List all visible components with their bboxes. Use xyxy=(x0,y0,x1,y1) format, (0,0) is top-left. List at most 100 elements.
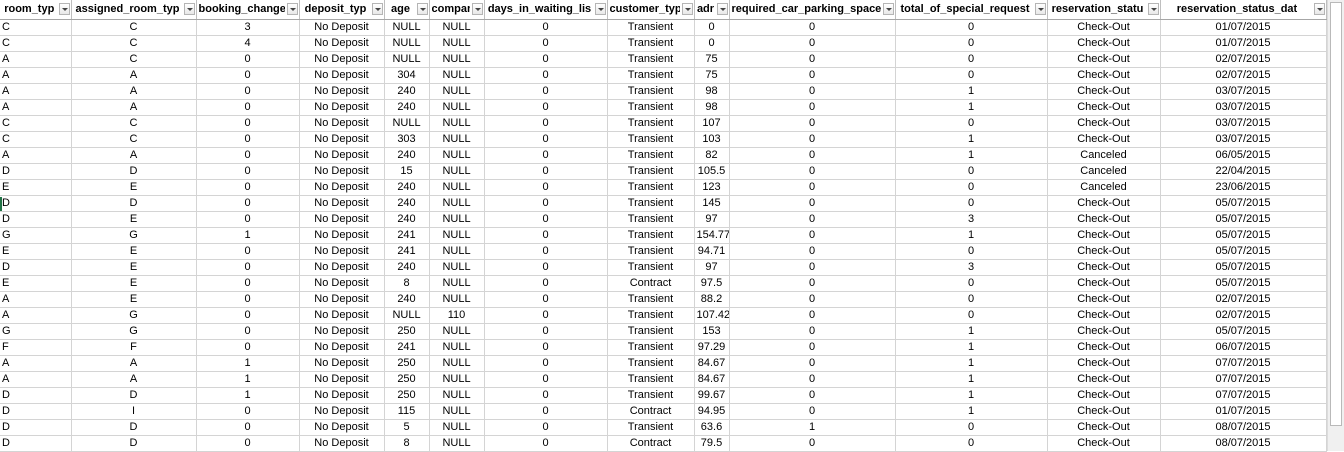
cell[interactable]: Transient xyxy=(607,19,695,36)
cell[interactable]: 0 xyxy=(729,371,896,388)
cell[interactable]: No Deposit xyxy=(299,275,385,292)
cell[interactable]: 1 xyxy=(895,371,1048,388)
cell[interactable]: Check-Out xyxy=(1047,35,1161,52)
filter-dropdown-icon[interactable] xyxy=(371,3,383,15)
cell[interactable]: 250 xyxy=(384,371,430,388)
cell[interactable]: 0 xyxy=(729,35,896,52)
cell[interactable]: Transient xyxy=(607,211,695,228)
cell[interactable]: 0 xyxy=(196,419,300,436)
cell[interactable]: No Deposit xyxy=(299,387,385,404)
cell[interactable]: 84.67 xyxy=(694,371,730,388)
cell[interactable]: D xyxy=(0,211,72,228)
cell[interactable]: 03/07/2015 xyxy=(1160,99,1327,116)
cell[interactable]: 240 xyxy=(384,195,430,212)
filter-dropdown-icon[interactable] xyxy=(681,3,693,15)
cell[interactable]: 0 xyxy=(196,211,300,228)
cell[interactable]: 103 xyxy=(694,131,730,148)
cell[interactable]: 3 xyxy=(895,211,1048,228)
cell[interactable]: NULL xyxy=(429,355,485,372)
cell[interactable]: A xyxy=(0,291,72,308)
cell[interactable]: Transient xyxy=(607,67,695,84)
cell[interactable]: 0 xyxy=(196,323,300,340)
cell[interactable]: A xyxy=(71,83,197,100)
cell[interactable]: 98 xyxy=(694,83,730,100)
cell[interactable]: Check-Out xyxy=(1047,435,1161,452)
cell[interactable]: 240 xyxy=(384,83,430,100)
cell[interactable]: A xyxy=(0,307,72,324)
cell[interactable]: 07/07/2015 xyxy=(1160,355,1327,372)
cell[interactable]: 0 xyxy=(484,67,608,84)
cell[interactable]: Check-Out xyxy=(1047,323,1161,340)
cell[interactable]: NULL xyxy=(429,243,485,260)
cell[interactable]: 1 xyxy=(895,403,1048,420)
cell[interactable]: D xyxy=(0,435,72,452)
cell[interactable]: NULL xyxy=(429,99,485,116)
cell[interactable]: 1 xyxy=(895,387,1048,404)
cell[interactable]: Transient xyxy=(607,51,695,68)
cell[interactable]: 0 xyxy=(895,19,1048,36)
filter-dropdown-icon[interactable] xyxy=(716,3,728,15)
cell[interactable]: 06/07/2015 xyxy=(1160,339,1327,356)
cell[interactable]: NULL xyxy=(429,147,485,164)
cell[interactable]: 0 xyxy=(484,163,608,180)
cell[interactable]: NULL xyxy=(429,83,485,100)
cell[interactable]: 0 xyxy=(484,35,608,52)
cell[interactable]: Check-Out xyxy=(1047,275,1161,292)
cell[interactable]: NULL xyxy=(384,115,430,132)
cell[interactable]: No Deposit xyxy=(299,99,385,116)
cell[interactable]: Transient xyxy=(607,99,695,116)
cell[interactable]: Check-Out xyxy=(1047,419,1161,436)
cell[interactable]: No Deposit xyxy=(299,51,385,68)
cell[interactable]: 0 xyxy=(729,195,896,212)
cell[interactable]: D xyxy=(0,195,72,212)
cell[interactable]: 0 xyxy=(729,67,896,84)
cell[interactable]: C xyxy=(71,51,197,68)
cell[interactable]: D xyxy=(0,163,72,180)
cell[interactable]: 0 xyxy=(196,403,300,420)
cell[interactable]: 8 xyxy=(384,435,430,452)
cell[interactable]: C xyxy=(71,19,197,36)
cell[interactable]: NULL xyxy=(429,211,485,228)
cell[interactable]: E xyxy=(71,291,197,308)
cell[interactable]: C xyxy=(0,19,72,36)
cell[interactable]: Transient xyxy=(607,83,695,100)
vertical-scrollbar[interactable] xyxy=(1327,0,1344,451)
cell[interactable]: 153 xyxy=(694,323,730,340)
cell[interactable]: 0 xyxy=(484,131,608,148)
cell[interactable]: 0 xyxy=(484,115,608,132)
cell[interactable]: 02/07/2015 xyxy=(1160,307,1327,324)
cell[interactable]: 0 xyxy=(895,179,1048,196)
cell[interactable]: NULL xyxy=(429,35,485,52)
cell[interactable]: 0 xyxy=(196,83,300,100)
cell[interactable]: 99.67 xyxy=(694,387,730,404)
cell[interactable]: C xyxy=(71,131,197,148)
cell[interactable]: D xyxy=(71,435,197,452)
cell[interactable]: NULL xyxy=(429,275,485,292)
cell[interactable]: 05/07/2015 xyxy=(1160,323,1327,340)
cell[interactable]: 107 xyxy=(694,115,730,132)
cell[interactable]: No Deposit xyxy=(299,403,385,420)
cell[interactable]: Transient xyxy=(607,323,695,340)
cell[interactable]: 75 xyxy=(694,67,730,84)
cell[interactable]: Check-Out xyxy=(1047,19,1161,36)
cell[interactable]: 1 xyxy=(196,227,300,244)
cell[interactable]: 03/07/2015 xyxy=(1160,131,1327,148)
cell[interactable]: 0 xyxy=(484,323,608,340)
cell[interactable]: 240 xyxy=(384,179,430,196)
filter-dropdown-icon[interactable] xyxy=(882,3,894,15)
cell[interactable]: 94.71 xyxy=(694,243,730,260)
cell[interactable]: 0 xyxy=(196,51,300,68)
cell[interactable]: 0 xyxy=(895,275,1048,292)
cell[interactable]: 75 xyxy=(694,51,730,68)
cell[interactable]: Transient xyxy=(607,147,695,164)
cell[interactable]: 05/07/2015 xyxy=(1160,195,1327,212)
cell[interactable]: NULL xyxy=(429,115,485,132)
cell[interactable]: E xyxy=(0,179,72,196)
cell[interactable]: 02/07/2015 xyxy=(1160,67,1327,84)
cell[interactable]: No Deposit xyxy=(299,67,385,84)
cell[interactable]: A xyxy=(0,371,72,388)
cell[interactable]: E xyxy=(71,179,197,196)
cell[interactable]: 94.95 xyxy=(694,403,730,420)
cell[interactable]: Transient xyxy=(607,163,695,180)
cell[interactable]: G xyxy=(0,227,72,244)
